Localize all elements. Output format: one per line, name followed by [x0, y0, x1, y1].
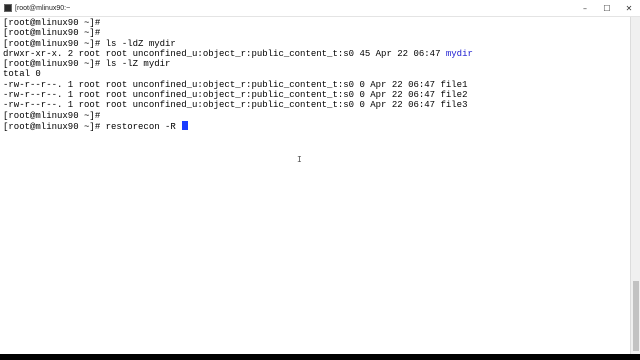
- vertical-scrollbar[interactable]: [630, 17, 640, 354]
- terminal-line: [root@mlinux90 ~]# ls -ldZ mydir: [3, 38, 176, 49]
- terminal-output[interactable]: [root@mlinux90 ~]# [root@mlinux90 ~]# [r…: [0, 17, 630, 354]
- window-controls: – ☐ ✕: [574, 0, 640, 16]
- terminal-line: [root@mlinux90 ~]#: [3, 110, 101, 121]
- terminal-prompt-line[interactable]: [root@mlinux90 ~]# restorecon -R: [3, 120, 473, 132]
- terminal-line: [root@mlinux90 ~]# ls -lZ mydir: [3, 59, 171, 70]
- terminal-line: [root@mlinux90 ~]#: [3, 28, 101, 39]
- current-command: [root@mlinux90 ~]# restorecon -R: [3, 121, 182, 132]
- terminal-line: [root@mlinux90 ~]#: [3, 18, 101, 28]
- terminal-window: [root@mlinux90:~ – ☐ ✕ [root@mlinux90 ~]…: [0, 0, 640, 354]
- text-cursor: [182, 120, 189, 130]
- terminal-app-icon: [4, 4, 12, 12]
- terminal-line: -rw-r--r--. 1 root root unconfined_u:obj…: [3, 79, 468, 90]
- title-bar: [root@mlinux90:~ – ☐ ✕: [0, 0, 640, 17]
- minimize-button[interactable]: –: [574, 0, 596, 16]
- scrollbar-thumb[interactable]: [633, 281, 639, 351]
- directory-name: mydir: [445, 48, 473, 59]
- terminal-line: total 0: [3, 69, 41, 80]
- terminal-lines: [root@mlinux90 ~]# [root@mlinux90 ~]# [r…: [3, 18, 473, 132]
- window-title: [root@mlinux90:~: [15, 4, 71, 12]
- terminal-line-with-directory: drwxr-xr-x. 2 root root unconfined_u:obj…: [3, 49, 473, 59]
- terminal-line: -rw-r--r--. 1 root root unconfined_u:obj…: [3, 100, 468, 111]
- terminal-line-text: drwxr-xr-x. 2 root root unconfined_u:obj…: [3, 48, 446, 59]
- ibeam-mouse-cursor-icon: I: [297, 155, 302, 164]
- close-button[interactable]: ✕: [618, 0, 640, 16]
- terminal-line: -rw-r--r--. 1 root root unconfined_u:obj…: [3, 90, 468, 101]
- maximize-button[interactable]: ☐: [596, 0, 618, 16]
